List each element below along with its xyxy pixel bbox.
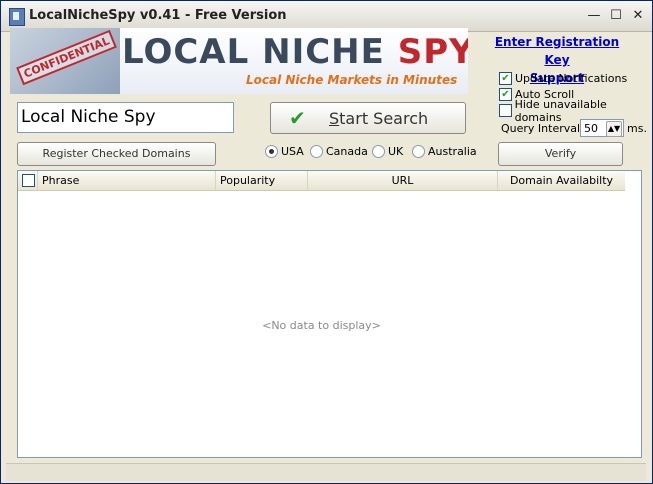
country-label-usa: USA bbox=[281, 145, 304, 158]
logo-text-spy: SPY bbox=[397, 32, 468, 72]
spin-icon[interactable]: ▲▼ bbox=[606, 121, 622, 137]
logo-text: LOCAL NICHE SPY bbox=[122, 32, 468, 72]
registration-link-line1[interactable]: Enter Registration Key bbox=[487, 33, 627, 69]
update-notifications-label: Update Notifications bbox=[515, 72, 628, 85]
column-header-popularity[interactable]: Popularity bbox=[216, 171, 308, 190]
query-interval-value[interactable]: 50 bbox=[584, 122, 598, 135]
results-grid[interactable]: Phrase Popularity URL Domain Availabilty… bbox=[17, 170, 642, 458]
country-label-canada: Canada bbox=[326, 145, 368, 158]
spy-mascot-image: CONFIDENTIAL bbox=[10, 28, 120, 94]
radio-circle[interactable] bbox=[412, 145, 425, 158]
checkbox-box[interactable]: ✔ bbox=[499, 88, 512, 101]
maximize-icon[interactable]: ☐ bbox=[607, 7, 625, 24]
grid-header: Phrase Popularity URL Domain Availabilty bbox=[18, 171, 625, 191]
minimize-icon[interactable]: — bbox=[585, 7, 603, 24]
column-header-phrase[interactable]: Phrase bbox=[38, 171, 216, 190]
column-header-domain-availability[interactable]: Domain Availabilty bbox=[498, 171, 625, 190]
checkbox-box[interactable] bbox=[499, 104, 512, 117]
query-interval-input[interactable]: 50 ▲▼ bbox=[580, 119, 624, 137]
country-label-australia: Australia bbox=[428, 145, 477, 158]
radio-circle[interactable] bbox=[310, 145, 323, 158]
hide-unavailable-checkbox[interactable]: Hide unavailable domains bbox=[499, 98, 652, 124]
logo-banner: CONFIDENTIAL LOCAL NICHE SPY Local Niche… bbox=[10, 28, 468, 94]
window-title: LocalNicheSpy v0.41 - Free Version bbox=[29, 8, 287, 23]
logo-tagline: Local Niche Markets in Minutes bbox=[246, 73, 458, 87]
select-all-checkbox[interactable] bbox=[22, 174, 35, 187]
country-radio-usa[interactable]: USA bbox=[265, 145, 304, 158]
logo-text-left: LOCAL NICHE bbox=[122, 32, 398, 72]
update-notifications-checkbox[interactable]: ✔ Update Notifications bbox=[499, 71, 627, 86]
checkmark-icon: ✔ bbox=[289, 106, 306, 130]
radio-circle[interactable] bbox=[372, 145, 385, 158]
register-checked-domains-button[interactable]: Register Checked Domains bbox=[17, 142, 216, 166]
close-icon[interactable]: ✕ bbox=[629, 7, 647, 24]
query-interval-label: Query Interval bbox=[501, 122, 581, 135]
status-bar bbox=[6, 463, 646, 481]
keyword-input[interactable]: Local Niche Spy bbox=[17, 102, 234, 133]
radio-circle[interactable] bbox=[265, 145, 278, 158]
select-all-column[interactable] bbox=[18, 171, 38, 190]
country-radio-australia[interactable]: Australia bbox=[412, 145, 477, 158]
country-radio-uk[interactable]: UK bbox=[372, 145, 403, 158]
confidential-stamp: CONFIDENTIAL bbox=[16, 29, 118, 86]
checkbox-box[interactable]: ✔ bbox=[499, 72, 512, 85]
app-icon[interactable] bbox=[9, 8, 25, 26]
country-label-uk: UK bbox=[388, 145, 404, 158]
country-radio-canada[interactable]: Canada bbox=[310, 145, 368, 158]
verify-button[interactable]: Verify bbox=[498, 142, 623, 166]
empty-grid-message: <No data to display> bbox=[262, 319, 381, 332]
query-interval-unit: ms. bbox=[627, 122, 647, 135]
start-search-button[interactable]: ✔ Start Search bbox=[270, 102, 466, 134]
app-window: LocalNicheSpy v0.41 - Free Version — ☐ ✕… bbox=[0, 0, 653, 484]
column-header-url[interactable]: URL bbox=[308, 171, 498, 190]
start-search-label: Start Search bbox=[329, 109, 429, 128]
